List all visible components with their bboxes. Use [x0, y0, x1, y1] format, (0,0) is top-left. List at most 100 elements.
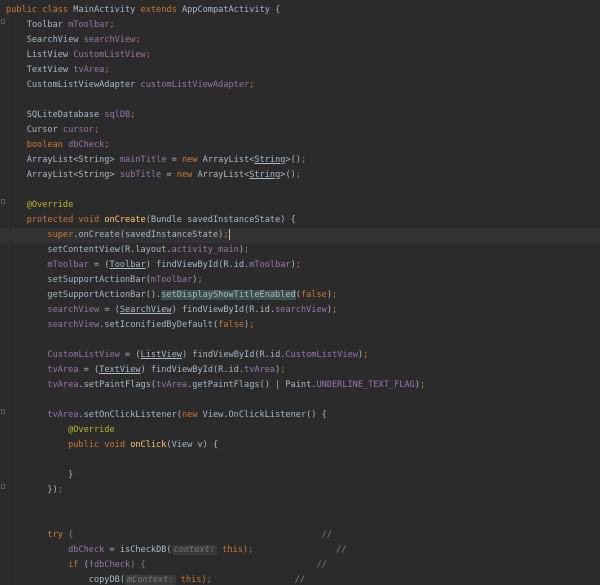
code-token: mainTitle [119, 155, 172, 165]
code-token: onCreate [104, 215, 146, 225]
parameter-hint-label: mContext: [127, 575, 174, 585]
code-token: this [217, 545, 243, 555]
code-token: mToolbar [249, 260, 291, 270]
code-token: >() [280, 170, 296, 180]
code-line[interactable]: tvArea.setOnClickListener(new View.OnCli… [0, 408, 600, 423]
code-token: ) { // [130, 560, 327, 570]
code-token: public void [6, 440, 131, 450]
code-line[interactable]: getSupportActionBar().setDisplayShowTitl… [0, 288, 600, 303]
code-token: ) findViewById(R.id. [140, 365, 245, 375]
code-token: new [181, 155, 203, 165]
code-line[interactable]: SearchView searchView; [0, 33, 600, 48]
code-line[interactable]: Cursor cursor; [0, 123, 600, 138]
code-token: new [176, 170, 198, 180]
code-line[interactable]: Toolbar mToolbar; [0, 18, 600, 33]
code-token: ArrayList<String> [6, 155, 120, 165]
code-token: tvArea [244, 365, 276, 375]
code-token: setSupportActionBar( [6, 275, 151, 285]
code-line[interactable]: ListView CustomListView; [0, 48, 600, 63]
code-token: Cursor [6, 125, 63, 135]
code-line[interactable]: CustomListView = (ListView) findViewById… [0, 348, 600, 363]
code-token: }) [6, 485, 58, 495]
code-token: setDisplayShowTitleEnabled [161, 290, 296, 300]
code-line[interactable]: tvArea = (TextView) findViewById(R.id.tv… [0, 363, 600, 378]
code-token: ; // [206, 575, 305, 585]
code-token: ; [109, 20, 115, 30]
code-line[interactable] [0, 333, 600, 348]
code-line[interactable]: dbCheck = isCheckDB(context: this); // [0, 543, 600, 558]
code-line[interactable]: tvArea.setPaintFlags(tvArea.getPaintFlag… [0, 378, 600, 393]
code-token: TextView [6, 65, 74, 75]
parameter-hint: mContext: [125, 575, 176, 585]
code-token: String [249, 170, 281, 180]
code-token: onClick [130, 440, 167, 450]
code-line[interactable]: searchView.setIconifiedByDefault(false); [0, 318, 600, 333]
code-line[interactable] [0, 513, 600, 528]
code-line[interactable] [0, 393, 600, 408]
code-token: dbCheck [93, 560, 131, 570]
code-token: CustomListViewAdapter [6, 80, 141, 90]
code-line[interactable]: searchView = (SearchView) findViewById(R… [0, 303, 600, 318]
code-token: .setOnClickListener( [78, 410, 182, 420]
code-token: tvArea [73, 65, 105, 75]
code-line[interactable]: boolean dbCheck; [0, 138, 600, 153]
parameter-hint-label: context: [173, 545, 215, 555]
code-line[interactable]: public void onClick(View v) { [0, 438, 600, 453]
code-line[interactable]: } [0, 468, 600, 483]
code-token: ; [363, 350, 369, 360]
code-token: getSupportActionBar(). [6, 290, 162, 300]
code-line[interactable]: try { // [0, 528, 600, 543]
code-line[interactable]: super.onCreate(savedInstanceState); [0, 228, 600, 243]
code-line[interactable] [0, 93, 600, 108]
code-token: } [6, 470, 74, 480]
code-token: dbCheck [68, 545, 110, 555]
code-token: ; [332, 305, 338, 315]
code-token: this [175, 575, 202, 585]
code-token: subTitle [119, 170, 167, 180]
code-token: TextView [99, 365, 141, 375]
code-token: ) findViewById(R.id. [171, 305, 276, 315]
code-token: = ( [125, 350, 141, 360]
code-token: CustomListView [47, 350, 126, 360]
code-token: SearchView [119, 305, 172, 315]
code-token: @Override [6, 425, 115, 435]
code-token: SearchView [6, 35, 84, 45]
code-line[interactable]: public class MainActivity extends AppCom… [0, 3, 600, 18]
code-line[interactable] [0, 453, 600, 468]
code-line[interactable]: @Override [0, 198, 600, 213]
code-token: searchView [83, 35, 136, 45]
code-line[interactable]: CustomListViewAdapter customListViewAdap… [0, 78, 600, 93]
code-line[interactable]: setSupportActionBar(mToolbar); [0, 273, 600, 288]
code-token: ; // [248, 545, 347, 555]
code-token: .onCreate(savedInstanceState) [73, 230, 224, 240]
code-line[interactable]: ArrayList<String> mainTitle = new ArrayL… [0, 153, 600, 168]
code-line[interactable]: mToolbar = (Toolbar) findViewById(R.id.m… [0, 258, 600, 273]
code-token: = ( [93, 260, 110, 270]
code-line[interactable] [0, 498, 600, 513]
code-token: MainActivity [73, 5, 141, 15]
code-token: tvArea [47, 410, 79, 420]
code-line[interactable]: @Override [0, 423, 600, 438]
code-line[interactable]: ArrayList<String> subTitle = new ArrayLi… [0, 168, 600, 183]
code-token: ; [130, 110, 136, 120]
code-token: ; [104, 140, 110, 150]
code-line[interactable]: copyDB(mContext: this); // [0, 573, 600, 585]
code-token: SQLiteDatabase [6, 110, 105, 120]
code-token: (Bundle savedInstanceState) { [145, 215, 296, 225]
code-line[interactable]: SQLiteDatabase sqlDB; [0, 108, 600, 123]
code-token: Toolbar [109, 260, 146, 270]
code-token: ) findViewById(R.id. [145, 260, 250, 270]
code-line[interactable] [0, 183, 600, 198]
code-line[interactable]: protected void onCreate(Bundle savedInst… [0, 213, 600, 228]
code-token: searchView [47, 320, 100, 330]
code-line[interactable]: setContentView(R.layout.activity_main); [0, 243, 600, 258]
code-token: @Override [6, 200, 74, 210]
code-line[interactable]: }); [0, 483, 600, 498]
code-editor[interactable]: public class MainActivity extends AppCom… [0, 0, 600, 585]
code-token: mToolbar [68, 20, 110, 30]
code-line[interactable]: TextView tvArea; [0, 63, 600, 78]
code-token: ArrayList<String> [6, 170, 120, 180]
code-line[interactable]: if (!dbCheck) { // [0, 558, 600, 573]
